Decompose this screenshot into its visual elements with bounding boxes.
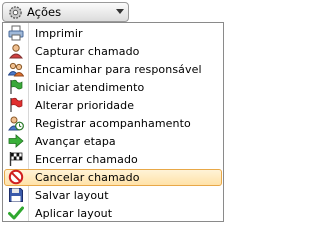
red-flag-icon: [10, 97, 23, 112]
chevron-down-icon: [116, 9, 124, 14]
menu-item-imprimir[interactable]: Imprimir: [4, 25, 222, 42]
menu-item-label: Imprimir: [35, 27, 83, 40]
menu-item-alterar-prioridade[interactable]: Alterar prioridade: [4, 97, 222, 114]
green-arrow-icon: [8, 134, 24, 148]
menu-item-registrar-acompanhamento[interactable]: Registrar acompanhamento: [4, 115, 222, 132]
menu-item-avancar-etapa[interactable]: Avançar etapa: [4, 133, 222, 150]
actions-menu: Imprimir Capturar chamado Encaminhar par…: [2, 22, 224, 222]
menu-item-iniciar-atendimento[interactable]: Iniciar atendimento: [4, 79, 222, 96]
menu-item-label: Aplicar layout: [35, 207, 113, 220]
menu-item-label: Encaminhar para responsável: [35, 63, 202, 76]
menu-item-capturar-chamado[interactable]: Capturar chamado: [4, 43, 222, 60]
menu-item-label: Avançar etapa: [35, 135, 116, 148]
actions-button-label: Ações: [27, 5, 62, 19]
menu-item-label: Salvar layout: [35, 189, 109, 202]
users-forward-icon: [8, 62, 24, 77]
user-capture-icon: [8, 44, 24, 59]
cancel-icon: [8, 169, 24, 185]
menu-item-aplicar-layout[interactable]: Aplicar layout: [4, 205, 222, 222]
menu-item-label: Iniciar atendimento: [35, 81, 145, 94]
actions-dropdown-button[interactable]: Ações: [2, 2, 129, 22]
checkered-flag-icon: [9, 152, 23, 166]
printer-icon: [8, 25, 24, 41]
menu-item-encerrar-chamado[interactable]: Encerrar chamado: [4, 151, 222, 168]
menu-item-label: Cancelar chamado: [35, 171, 140, 184]
green-flag-icon: [10, 79, 23, 94]
menu-item-label: Alterar prioridade: [35, 99, 135, 112]
gear-icon: [9, 6, 22, 19]
menu-item-label: Capturar chamado: [35, 45, 140, 58]
menu-item-label: Registrar acompanhamento: [35, 117, 191, 130]
menu-item-salvar-layout[interactable]: Salvar layout: [4, 187, 222, 204]
clock-user-icon: [8, 116, 24, 131]
floppy-disk-icon: [9, 188, 23, 202]
menu-item-encaminhar[interactable]: Encaminhar para responsável: [4, 61, 222, 78]
menu-item-cancelar-chamado[interactable]: Cancelar chamado: [4, 169, 222, 186]
menu-item-label: Encerrar chamado: [35, 153, 138, 166]
green-check-icon: [8, 206, 24, 220]
